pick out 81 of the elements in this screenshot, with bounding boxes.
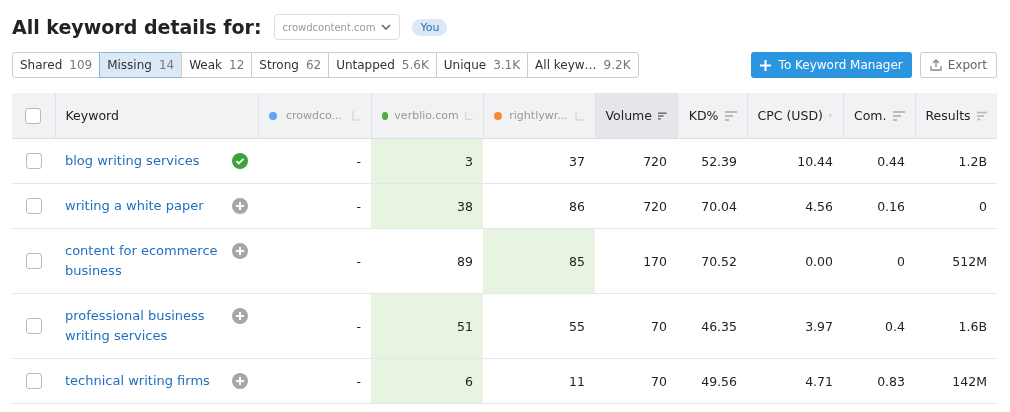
filter-tab[interactable]: Unique 3.1K (435, 52, 529, 78)
table-cell: 3 (371, 138, 483, 184)
table-cell: - (258, 358, 371, 404)
sort-icon[interactable] (724, 110, 737, 121)
table-cell: - (258, 183, 371, 229)
table-cell: 720 (595, 183, 677, 229)
column-header[interactable]: Results (915, 93, 997, 139)
table-cell: 52.39 (677, 138, 747, 184)
add-icon[interactable] (232, 243, 248, 259)
keyword-link[interactable]: writing a white paper (65, 196, 204, 216)
table-cell: 0 (843, 228, 915, 294)
row-checkbox[interactable] (25, 373, 42, 390)
table-cell: - (258, 293, 371, 359)
keyword-link[interactable]: professional business writing services (65, 306, 224, 346)
table-cell: 89 (371, 228, 483, 294)
table-cell: 49.56 (677, 358, 747, 404)
filter-tab[interactable]: Weak 12 (181, 52, 253, 78)
keyword-link[interactable]: technical writing firms (65, 371, 210, 391)
sort-icon[interactable] (976, 110, 987, 121)
column-header[interactable]: CPC (USD) (747, 93, 843, 139)
row-checkbox[interactable] (25, 198, 42, 215)
column-header[interactable]: Volume (595, 93, 677, 139)
table-cell: 6 (371, 358, 483, 404)
table-cell: 55 (483, 293, 595, 359)
row-checkbox[interactable] (25, 253, 42, 270)
add-icon[interactable] (232, 198, 248, 214)
table-cell: - (258, 228, 371, 294)
filter-tab[interactable]: Strong 62 (251, 52, 330, 78)
table-cell: 10.44 (747, 138, 843, 184)
table-cell: 4.71 (747, 358, 843, 404)
table-cell: 0.83 (843, 358, 915, 404)
table-cell: 1.6B (915, 293, 997, 359)
table-cell: 70.52 (677, 228, 747, 294)
page-title: All keyword details for: (12, 16, 262, 38)
table-cell: 170 (595, 228, 677, 294)
plus-icon (759, 59, 771, 71)
filter-tab[interactable]: Untapped 5.6K (328, 52, 437, 78)
table-cell: 51 (371, 293, 483, 359)
add-icon[interactable] (232, 373, 248, 389)
table-cell: 0 (915, 183, 997, 229)
add-icon[interactable] (232, 308, 248, 324)
table-cell: 720 (595, 138, 677, 184)
table-cell: 512M (915, 228, 997, 294)
table-cell: 37 (483, 138, 595, 184)
table-cell: 0.44 (843, 138, 915, 184)
table-cell: 0.4 (843, 293, 915, 359)
table-cell: 11 (483, 358, 595, 404)
row-checkbox[interactable] (25, 153, 42, 170)
chart-icon[interactable] (351, 110, 361, 121)
table-cell: 70.04 (677, 183, 747, 229)
table-cell: 0.00 (747, 228, 843, 294)
keyword-link[interactable]: content for ecommerce business (65, 241, 224, 281)
chart-icon[interactable] (464, 110, 473, 121)
table-cell: 85 (483, 228, 595, 294)
select-all-checkbox[interactable] (25, 107, 42, 124)
table-cell: 38 (371, 183, 483, 229)
filter-tab[interactable]: All keyw… 9.2K (527, 52, 639, 78)
table-cell: 0.16 (843, 183, 915, 229)
column-header[interactable]: Com. (843, 93, 915, 139)
chart-icon[interactable] (575, 110, 585, 121)
table-cell: 86 (483, 183, 595, 229)
table-cell: 4.56 (747, 183, 843, 229)
table-cell: 70 (595, 358, 677, 404)
filter-tab[interactable]: Shared 109 (12, 52, 101, 78)
table-cell: 142M (915, 358, 997, 404)
chevron-down-icon[interactable] (381, 24, 392, 30)
table-cell: 46.35 (677, 293, 747, 359)
table-cell: - (258, 138, 371, 184)
filter-tab[interactable]: Missing 14 (99, 52, 183, 78)
export-button[interactable]: Export (919, 52, 997, 78)
table-cell: 1.2B (915, 138, 997, 184)
table-cell: 3.97 (747, 293, 843, 359)
upload-icon (929, 59, 942, 71)
row-checkbox[interactable] (25, 318, 42, 335)
sort-icon[interactable] (658, 110, 667, 121)
column-header[interactable]: KD% (677, 93, 747, 139)
table-cell: 70 (595, 293, 677, 359)
you-badge: You (412, 18, 448, 36)
sort-icon[interactable] (892, 110, 905, 121)
keyword-link[interactable]: blog writing services (65, 151, 200, 171)
column-header[interactable]: Keyword (55, 93, 258, 139)
